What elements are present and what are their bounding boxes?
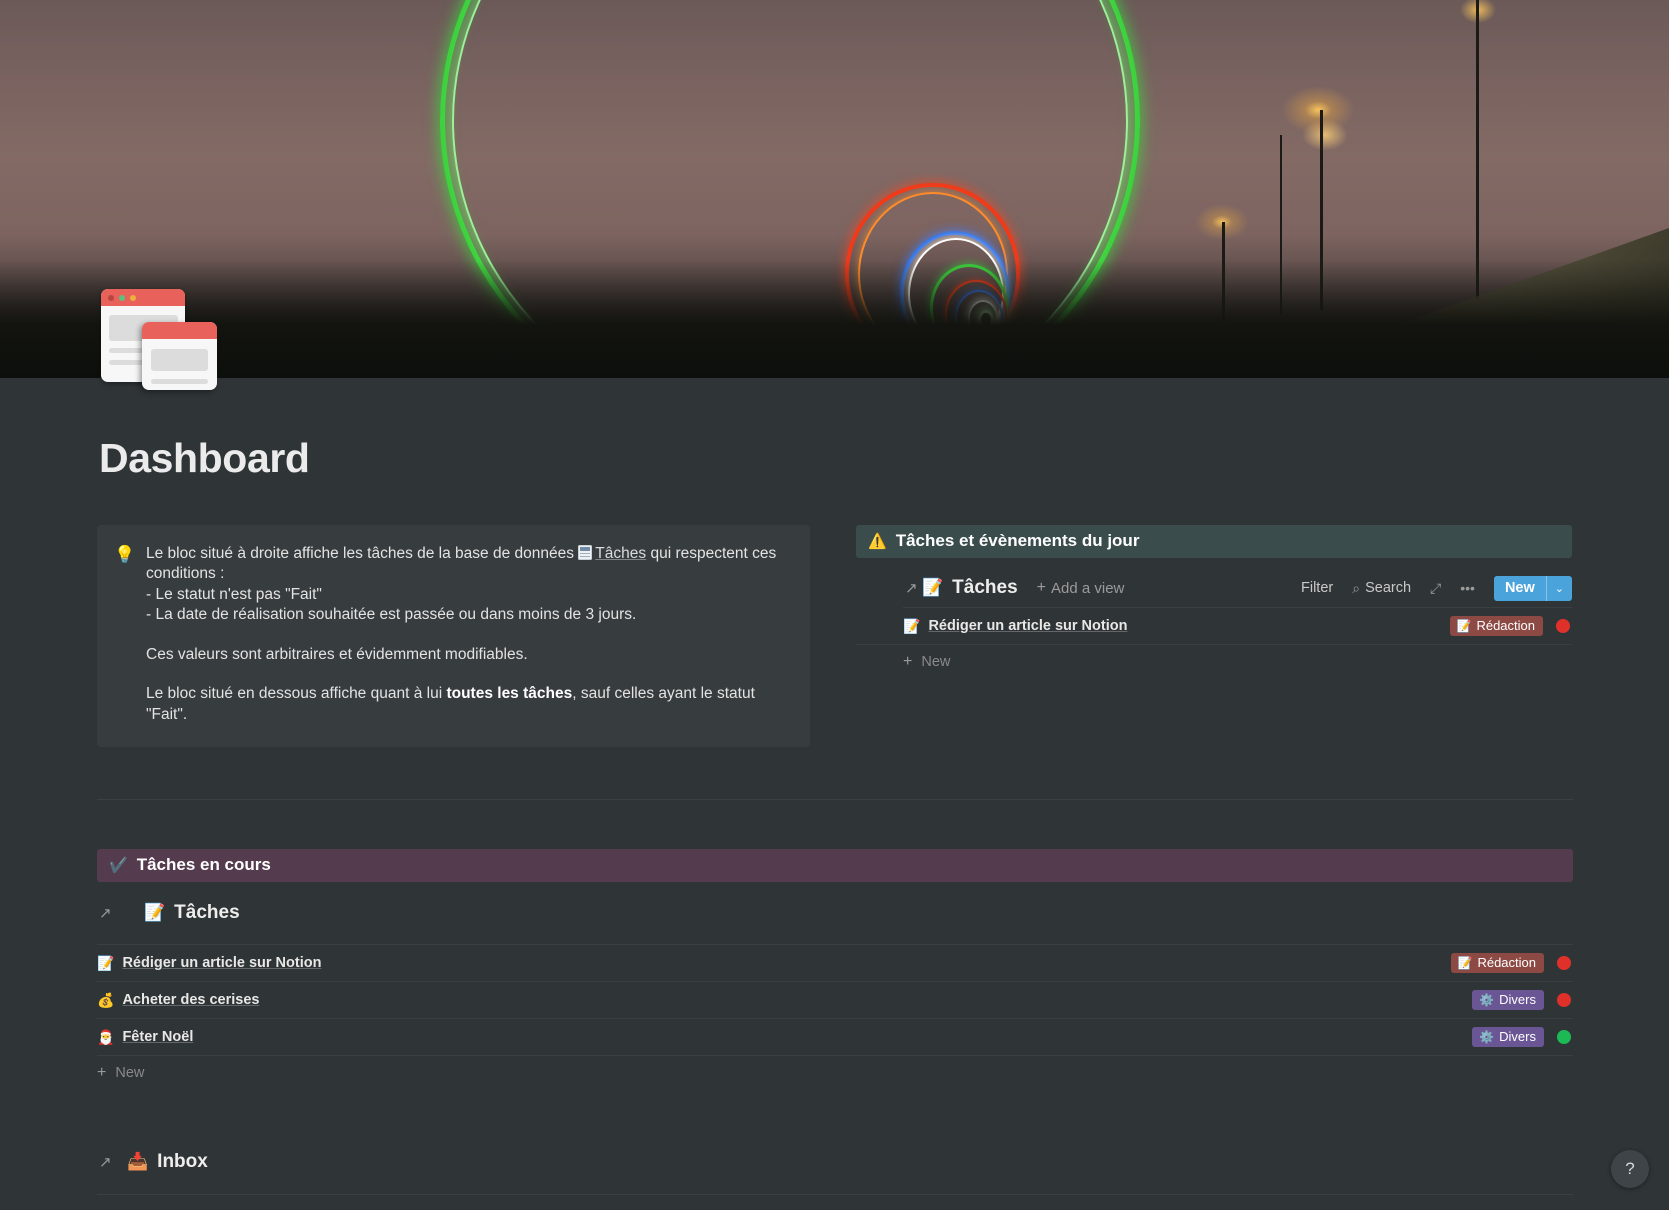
santa-claus-icon: 🎅 [97, 1028, 115, 1045]
lightbulb-icon: 💡 [114, 545, 136, 564]
category-tag-label: Divers [1499, 992, 1536, 1008]
section-divider [97, 799, 1573, 801]
filter-button[interactable]: Filter [1301, 580, 1333, 596]
tasks-database-header[interactable]: ↗ 📝 Tâches [97, 896, 1573, 930]
memo-icon: 📝 [1457, 955, 1473, 970]
expand-icon[interactable]: ⤢ [1430, 580, 1441, 597]
right-column: ⚠️ Tâches et évènements du jour ↗ 📝 Tâch… [856, 525, 1572, 747]
callout-line-2: - Le statut n'est pas "Fait" [146, 585, 322, 603]
table-row[interactable]: 🎅 Fêter Noël ⚙️ Divers [97, 1019, 1573, 1057]
today-new-row-button[interactable]: + New [856, 645, 1572, 679]
new-row-label: New [921, 654, 951, 670]
category-tag[interactable]: ⚙️ Divers [1472, 1027, 1544, 1048]
search-button[interactable]: ⌕ Search [1352, 580, 1411, 597]
info-callout: 💡 Le bloc situé à droite affiche les tâc… [97, 525, 810, 748]
open-database-arrow-icon[interactable]: ↗ [99, 1153, 112, 1171]
category-tag-label: Divers [1499, 1029, 1536, 1045]
page-content: Dashboard 💡 Le bloc situé à droite affic… [0, 378, 1669, 1210]
memo-icon: 📝 [922, 578, 944, 597]
status-dot [1556, 619, 1570, 633]
plus-icon: + [97, 1064, 107, 1082]
row-title[interactable]: Rédiger un article sur Notion [122, 955, 321, 971]
today-database-toolbar: ↗ 📝 Tâches + Add a view Filter ⌕ Search [856, 569, 1572, 607]
page-cover-image [0, 0, 1669, 378]
tasks-section: ✔️ Tâches en cours ↗ 📝 Tâches 📝 Rédiger … [0, 849, 1669, 1090]
check-icon: ✔️ [109, 857, 128, 875]
plus-icon: + [903, 653, 913, 670]
notion-page: Dashboard 💡 Le bloc situé à droite affic… [0, 0, 1669, 1210]
memo-icon: 📝 [144, 903, 166, 923]
tasks-database-name: Tâches [174, 902, 240, 924]
today-database-name: Tâches [952, 577, 1018, 598]
row-title[interactable]: Rédiger un article sur Notion [928, 618, 1127, 634]
today-toolbar-actions: Filter ⌕ Search ⤢ ••• New ⌄ [1301, 575, 1572, 601]
help-button[interactable]: ? [1611, 1150, 1649, 1188]
two-column-layout: 💡 Le bloc situé à droite affiche les tâc… [0, 525, 1669, 748]
memo-icon: 📝 [97, 954, 115, 971]
today-section-header: ⚠️ Tâches et évènements du jour [856, 525, 1572, 558]
inbox-icon: 📥 [127, 1152, 149, 1172]
callout-line-5-before: Le bloc situé en dessous affiche quant à… [146, 685, 447, 703]
row-properties: ⚙️ Divers [1472, 990, 1573, 1011]
tasks-database: ↗ 📝 Tâches 📝 Rédiger un article sur Noti… [97, 896, 1573, 1090]
callout-line-1: Le bloc situé à droite affiche les tâche… [146, 544, 790, 585]
warning-icon: ⚠️ [868, 533, 887, 550]
today-database-title[interactable]: 📝 Tâches [922, 577, 1018, 599]
row-properties: 📝 Rédaction [1449, 616, 1573, 636]
table-row[interactable]: 💰 Acheter des cerises ⚙️ Divers [97, 982, 1573, 1020]
inbox-divider [97, 1194, 1573, 1196]
category-tag[interactable]: 📝 Rédaction [1450, 953, 1544, 974]
row-properties: 📝 Rédaction [1450, 953, 1574, 974]
tasks-new-row-button[interactable]: + New [97, 1056, 1573, 1090]
category-tag[interactable]: ⚙️ Divers [1472, 990, 1544, 1011]
status-dot [1557, 993, 1571, 1008]
inbox-title: Inbox [157, 1151, 208, 1173]
inbox-section: ↗ 📥 Inbox [0, 1145, 1669, 1210]
new-button[interactable]: New ⌄ [1493, 575, 1572, 601]
today-section-title: Tâches et évènements du jour [895, 531, 1140, 550]
table-row[interactable]: 📝 Rédiger un article sur Notion 📝 Rédact… [856, 608, 1572, 645]
tasks-section-title: Tâches en cours [136, 855, 271, 875]
left-column: 💡 Le bloc situé à droite affiche les tâc… [97, 525, 810, 748]
add-view-button[interactable]: + Add a view [1037, 579, 1125, 597]
new-button-label: New [1504, 580, 1535, 596]
callout-text: Le bloc situé à droite affiche les tâche… [146, 544, 790, 725]
callout-line-4: Ces valeurs sont arbitraires et évidemme… [146, 645, 528, 663]
status-dot [1557, 956, 1571, 971]
memo-icon: 📝 [1456, 618, 1472, 633]
search-icon: ⌕ [1352, 579, 1361, 596]
plus-icon: + [1036, 579, 1046, 596]
cover-city-silhouette [0, 260, 1669, 378]
open-database-arrow-icon[interactable]: ↗ [905, 579, 918, 597]
row-properties: ⚙️ Divers [1472, 1027, 1573, 1048]
database-mini-icon [578, 545, 593, 560]
tasks-section-header: ✔️ Tâches en cours [97, 849, 1573, 883]
inbox-header[interactable]: ↗ 📥 Inbox [97, 1145, 1573, 1179]
add-view-label: Add a view [1051, 579, 1125, 597]
new-row-label: New [115, 1065, 145, 1082]
status-dot [1557, 1030, 1571, 1045]
table-row[interactable]: 📝 Rédiger un article sur Notion 📝 Rédact… [97, 945, 1574, 983]
taches-database-link[interactable]: Tâches [595, 545, 646, 562]
open-database-arrow-icon[interactable]: ↗ [99, 904, 112, 922]
row-title[interactable]: Fêter Noël [122, 1029, 193, 1045]
callout-line-1-before: Le bloc situé à droite affiche les tâche… [146, 545, 579, 562]
callout-line-5-bold: toutes les tâches [446, 685, 573, 703]
row-title[interactable]: Acheter des cerises [122, 992, 259, 1008]
callout-line-3: - La date de réalisation souhaitée est p… [146, 606, 637, 624]
street-lamp-pole-1 [1476, 0, 1479, 300]
chevron-down-icon[interactable]: ⌄ [1547, 576, 1572, 601]
money-bag-icon: 💰 [97, 991, 115, 1008]
page-title: Dashboard [99, 435, 310, 481]
category-tag-label: Rédaction [1477, 955, 1536, 971]
gear-icon: ⚙️ [1479, 1029, 1495, 1044]
more-horizontal-icon[interactable]: ••• [1460, 580, 1475, 596]
memo-icon: 📝 [903, 617, 921, 634]
callout-line-5: Le bloc situé en dessous affiche quant à… [146, 684, 790, 725]
category-tag-label: Rédaction [1476, 618, 1535, 633]
gear-icon: ⚙️ [1479, 992, 1495, 1007]
search-label: Search [1365, 580, 1412, 596]
category-tag[interactable]: 📝 Rédaction [1449, 616, 1543, 636]
